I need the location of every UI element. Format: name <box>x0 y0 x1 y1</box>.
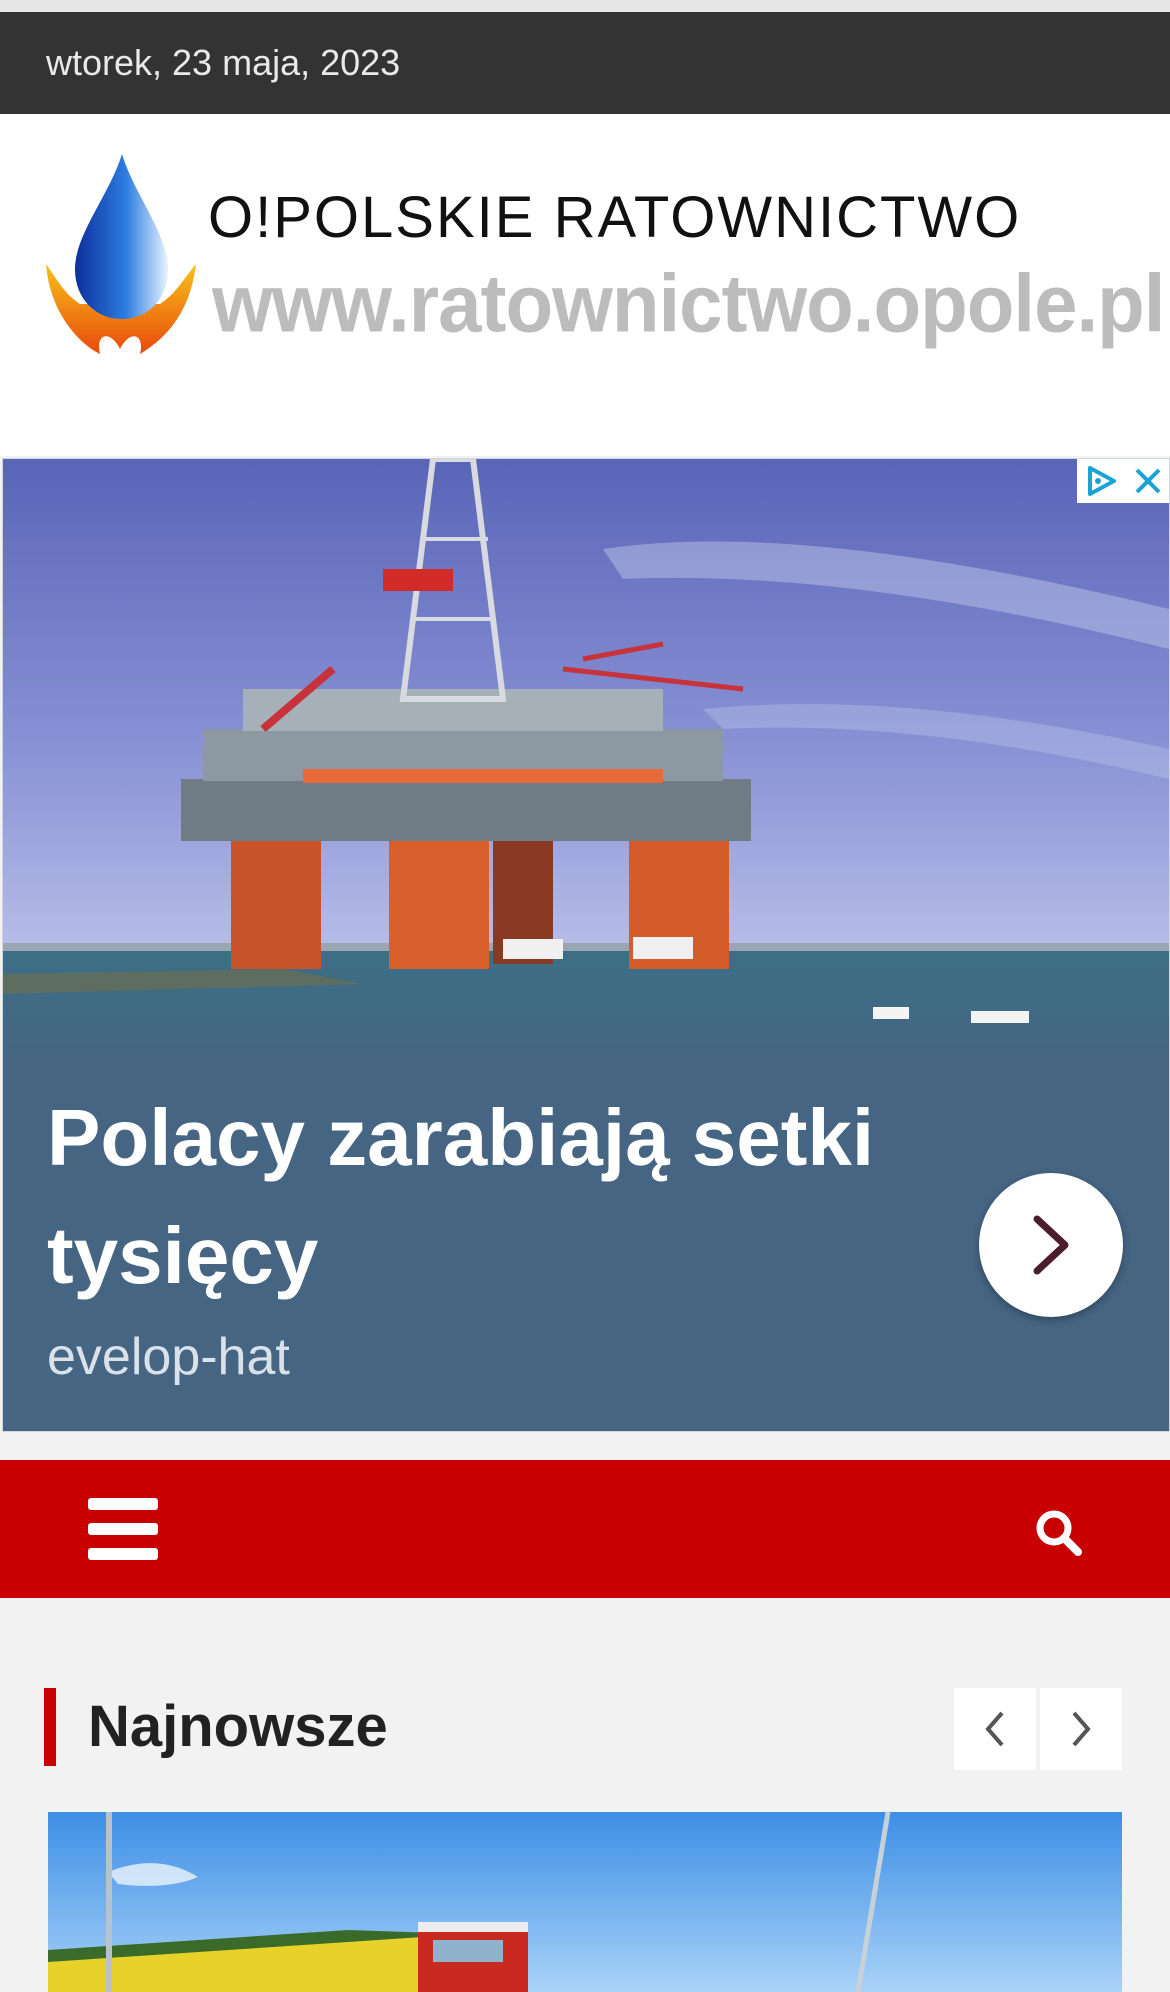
chevron-right-icon <box>1033 1215 1069 1275</box>
slider-prev-button[interactable] <box>954 1688 1036 1770</box>
logo-title: O!POLSKIE RATOWNICTWO <box>208 185 1022 250</box>
ad-open-button[interactable] <box>979 1173 1123 1317</box>
advertisement-banner[interactable]: Polacy zarabiają setki tysięcy evelop-ha… <box>2 458 1170 1432</box>
chevron-left-icon <box>985 1711 1004 1747</box>
drop-flame-logo-icon <box>46 154 196 354</box>
adchoices-icon[interactable] <box>1084 464 1120 498</box>
latest-section-header: Najnowsze <box>44 1688 1124 1770</box>
chevron-right-icon <box>1072 1711 1091 1747</box>
top-edge <box>0 0 1170 12</box>
section-title: Najnowsze <box>88 1694 388 1759</box>
current-date: wtorek, 23 maja, 2023 <box>46 42 401 83</box>
latest-news-image[interactable] <box>48 1812 1122 1992</box>
slider-next-button[interactable] <box>1040 1688 1122 1770</box>
site-header: O!POLSKIE RATOWNICTWO www.ratownictwo.op… <box>0 114 1170 456</box>
close-icon[interactable] <box>1133 466 1163 496</box>
ad-info-badge[interactable] <box>1077 459 1169 503</box>
logo-url: www.ratownictwo.opole.pl <box>212 256 1165 350</box>
section-accent-bar <box>44 1688 56 1766</box>
hamburger-menu-icon[interactable] <box>88 1498 158 1560</box>
date-bar: wtorek, 23 maja, 2023 <box>0 12 1170 114</box>
ad-headline[interactable]: Polacy zarabiają setki tysięcy <box>47 1079 947 1315</box>
oil-platform-photo <box>3 459 1169 1064</box>
ad-sponsor: evelop-hat <box>47 1328 290 1386</box>
main-navbar <box>0 1460 1170 1598</box>
fire-truck-photo <box>48 1812 1122 1992</box>
search-icon[interactable] <box>1034 1508 1082 1556</box>
